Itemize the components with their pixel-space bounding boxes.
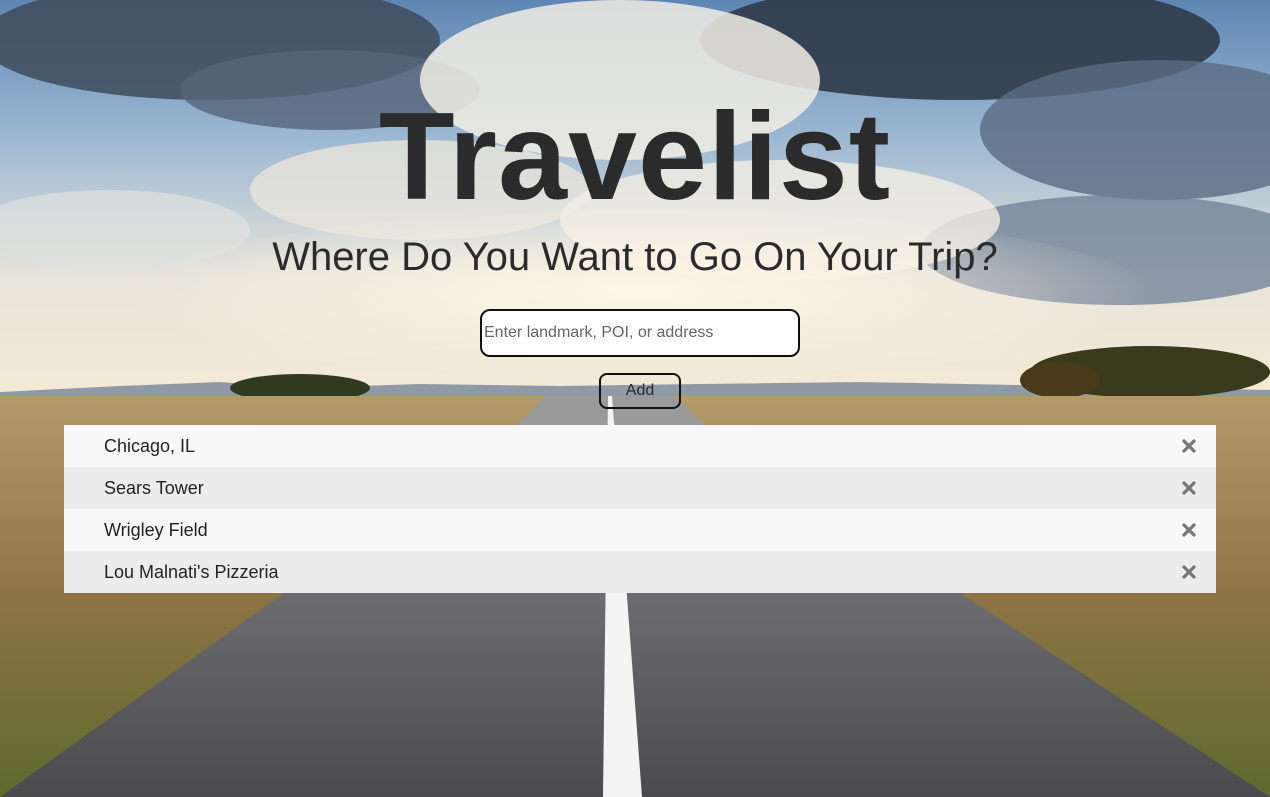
search-input[interactable] bbox=[480, 309, 800, 357]
close-icon[interactable] bbox=[1178, 561, 1200, 583]
list-item: Wrigley Field bbox=[64, 509, 1216, 551]
list-item: Chicago, IL bbox=[64, 425, 1216, 467]
list-item: Lou Malnati's Pizzeria bbox=[64, 551, 1216, 593]
add-button[interactable]: Add bbox=[599, 373, 681, 409]
trip-list: Chicago, IL Sears Tower Wrigley Field Lo… bbox=[64, 425, 1216, 593]
app-title: Travelist bbox=[378, 88, 892, 226]
close-icon[interactable] bbox=[1178, 519, 1200, 541]
list-item-label: Lou Malnati's Pizzeria bbox=[104, 561, 279, 582]
list-item: Sears Tower bbox=[64, 467, 1216, 509]
list-item-label: Chicago, IL bbox=[104, 435, 196, 456]
close-icon[interactable] bbox=[1178, 435, 1200, 457]
list-item-label: Wrigley Field bbox=[104, 519, 208, 540]
page: Travelist Where Do You Want to Go On You… bbox=[0, 0, 1270, 797]
list-item-label: Sears Tower bbox=[104, 477, 204, 498]
close-icon[interactable] bbox=[1178, 477, 1200, 499]
page-subtitle: Where Do You Want to Go On Your Trip? bbox=[272, 235, 998, 279]
